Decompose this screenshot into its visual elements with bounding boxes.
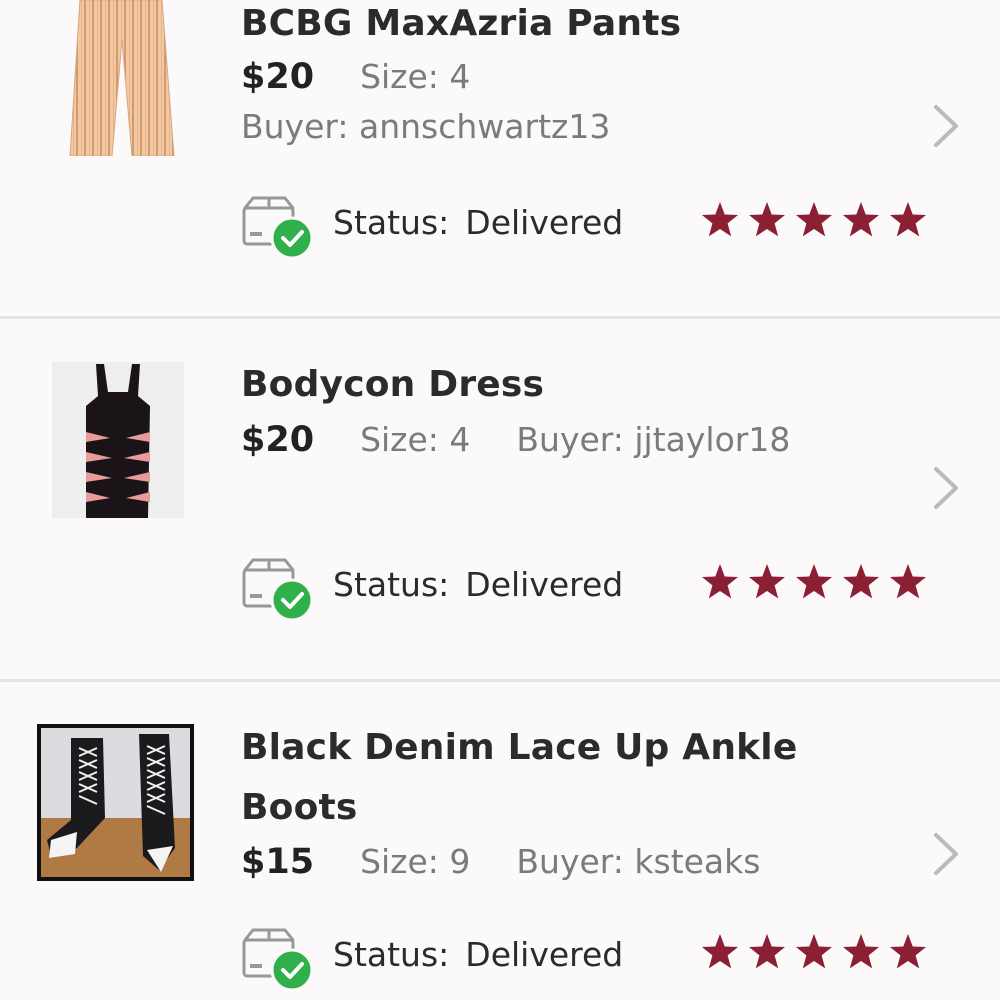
status-value: Delivered (465, 565, 624, 604)
star-icon (747, 200, 787, 240)
rating-stars (700, 562, 935, 602)
item-buyer: Buyer: jjtaylor18 (516, 420, 791, 459)
chevron-right-icon[interactable] (928, 831, 964, 877)
item-meta-row: $15 Size: 9 Buyer: ksteaks (241, 837, 760, 887)
status-value: Delivered (465, 935, 624, 974)
box-delivered-icon (241, 926, 314, 992)
status-text: Status: Delivered (333, 560, 623, 610)
star-icon (888, 562, 928, 602)
star-icon (841, 562, 881, 602)
item-size: Size: 4 (360, 420, 471, 459)
item-buyer: Buyer: ksteaks (516, 842, 761, 881)
status-label: Status: (333, 203, 450, 242)
item-meta-row: $20 Size: 4 Buyer: jjtaylor18 (241, 415, 790, 465)
status-row: Status: Delivered (241, 556, 941, 622)
item-size: Size: 4 (360, 57, 471, 96)
item-thumbnail-pants (52, 0, 192, 156)
item-thumbnail-dress (52, 362, 184, 518)
status-row: Status: Delivered (241, 194, 941, 260)
list-item[interactable]: Black Denim Lace Up Ankle Boots $15 Size:… (0, 682, 1000, 1000)
item-title-line-2: Boots (241, 787, 358, 828)
chevron-right-icon[interactable] (928, 103, 964, 149)
star-icon (700, 562, 740, 602)
status-value: Delivered (465, 203, 624, 242)
item-thumbnail-boots (37, 724, 194, 881)
item-price: $15 (241, 842, 315, 882)
rating-stars (700, 932, 935, 972)
star-icon (747, 562, 787, 602)
star-icon (794, 200, 834, 240)
item-title: Bodycon Dress (241, 364, 545, 405)
item-size: Size: 9 (360, 842, 471, 881)
item-buyer: Buyer: annschwartz13 (241, 107, 611, 146)
rating-stars (700, 200, 935, 240)
status-text: Status: Delivered (333, 930, 623, 980)
status-row: Status: Delivered (241, 926, 941, 992)
star-icon (888, 932, 928, 972)
item-title: Black Denim Lace Up Ankle (241, 727, 798, 768)
star-icon (747, 932, 787, 972)
star-icon (700, 200, 740, 240)
item-meta-row: $20 Size: 4 (241, 52, 470, 102)
item-price: $20 (241, 57, 315, 97)
list-item[interactable]: Bodycon Dress $20 Size: 4 Buyer: jjtaylor1… (0, 319, 1000, 679)
box-delivered-icon (241, 556, 314, 622)
item-title: BCBG MaxAzria Pants (241, 3, 682, 44)
item-buyer-row: Buyer: annschwartz13 (241, 102, 610, 152)
chevron-right-icon[interactable] (928, 465, 964, 511)
box-delivered-icon (241, 194, 314, 260)
star-icon (888, 200, 928, 240)
status-label: Status: (333, 565, 450, 604)
star-icon (794, 932, 834, 972)
star-icon (794, 562, 834, 602)
sold-items-list: BCBG MaxAzria Pants $20 Size: 4 Buyer: an… (0, 0, 1000, 1000)
list-item[interactable]: BCBG MaxAzria Pants $20 Size: 4 Buyer: an… (0, 0, 1000, 316)
status-label: Status: (333, 935, 450, 974)
status-text: Status: Delivered (333, 198, 623, 248)
item-price: $20 (241, 420, 315, 460)
star-icon (841, 932, 881, 972)
star-icon (700, 932, 740, 972)
star-icon (841, 200, 881, 240)
